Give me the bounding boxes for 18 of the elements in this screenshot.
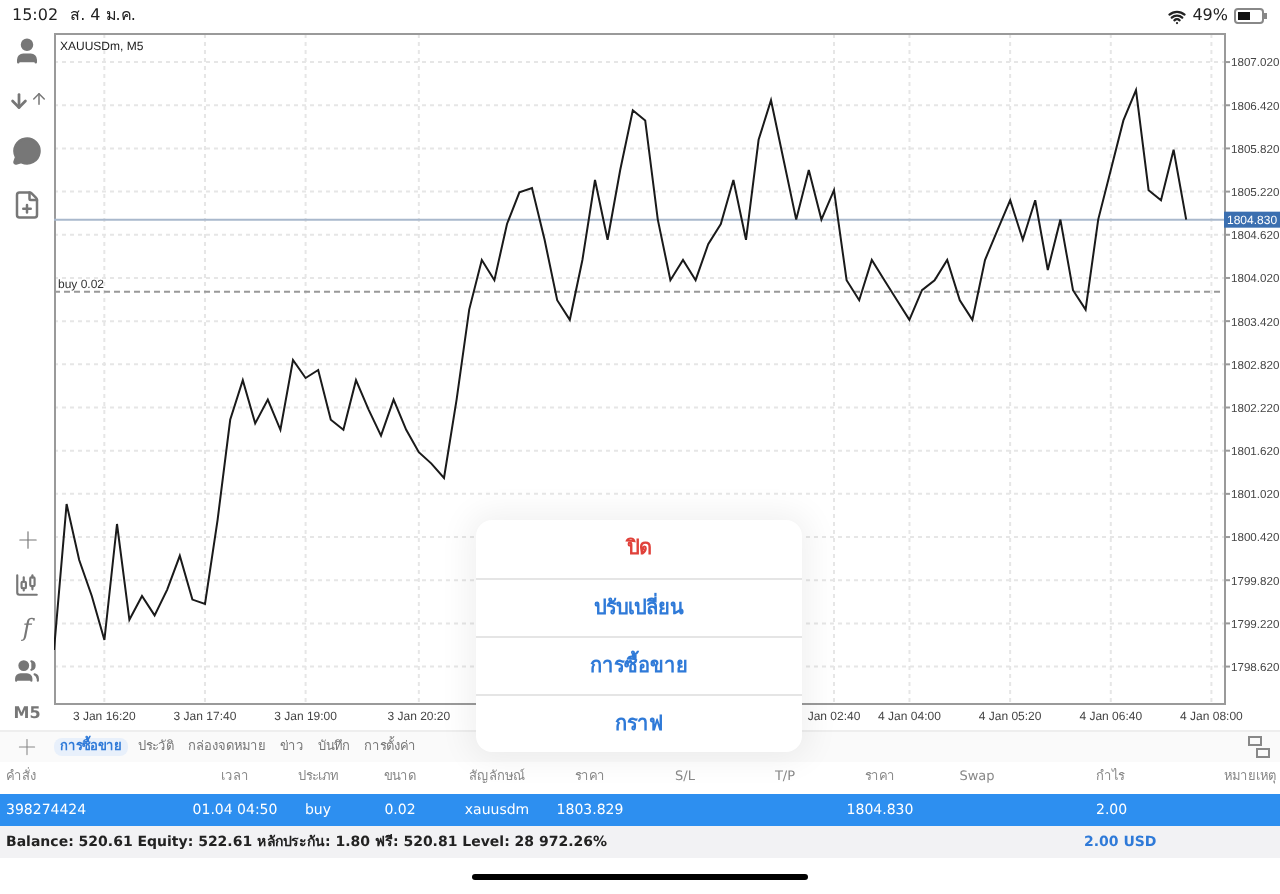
menu-item[interactable]: ปิด (476, 520, 802, 578)
status-date: ส. 4 ม.ค. (70, 4, 136, 28)
battery-icon (1234, 8, 1268, 24)
status-time: 15:02 (12, 4, 59, 28)
menu-item[interactable]: การซื้อขาย (476, 636, 802, 694)
timeframe-button[interactable]: M5 (13, 702, 41, 726)
objects-icon[interactable] (14, 658, 40, 684)
battery-level: 49% (1192, 4, 1228, 28)
chat-icon[interactable] (12, 136, 42, 166)
layout-icon[interactable] (1248, 736, 1270, 758)
indicators-button[interactable]: f (22, 616, 32, 640)
account-icon[interactable] (12, 36, 42, 66)
menu-item[interactable]: ปรับเปลี่ยน (476, 578, 802, 636)
new-order-icon[interactable] (12, 190, 42, 220)
trade-arrows-icon[interactable] (7, 90, 47, 112)
menu-item[interactable]: กราฟ (476, 694, 802, 752)
candlestick-icon[interactable] (14, 572, 40, 598)
wifi-icon (1168, 7, 1187, 25)
